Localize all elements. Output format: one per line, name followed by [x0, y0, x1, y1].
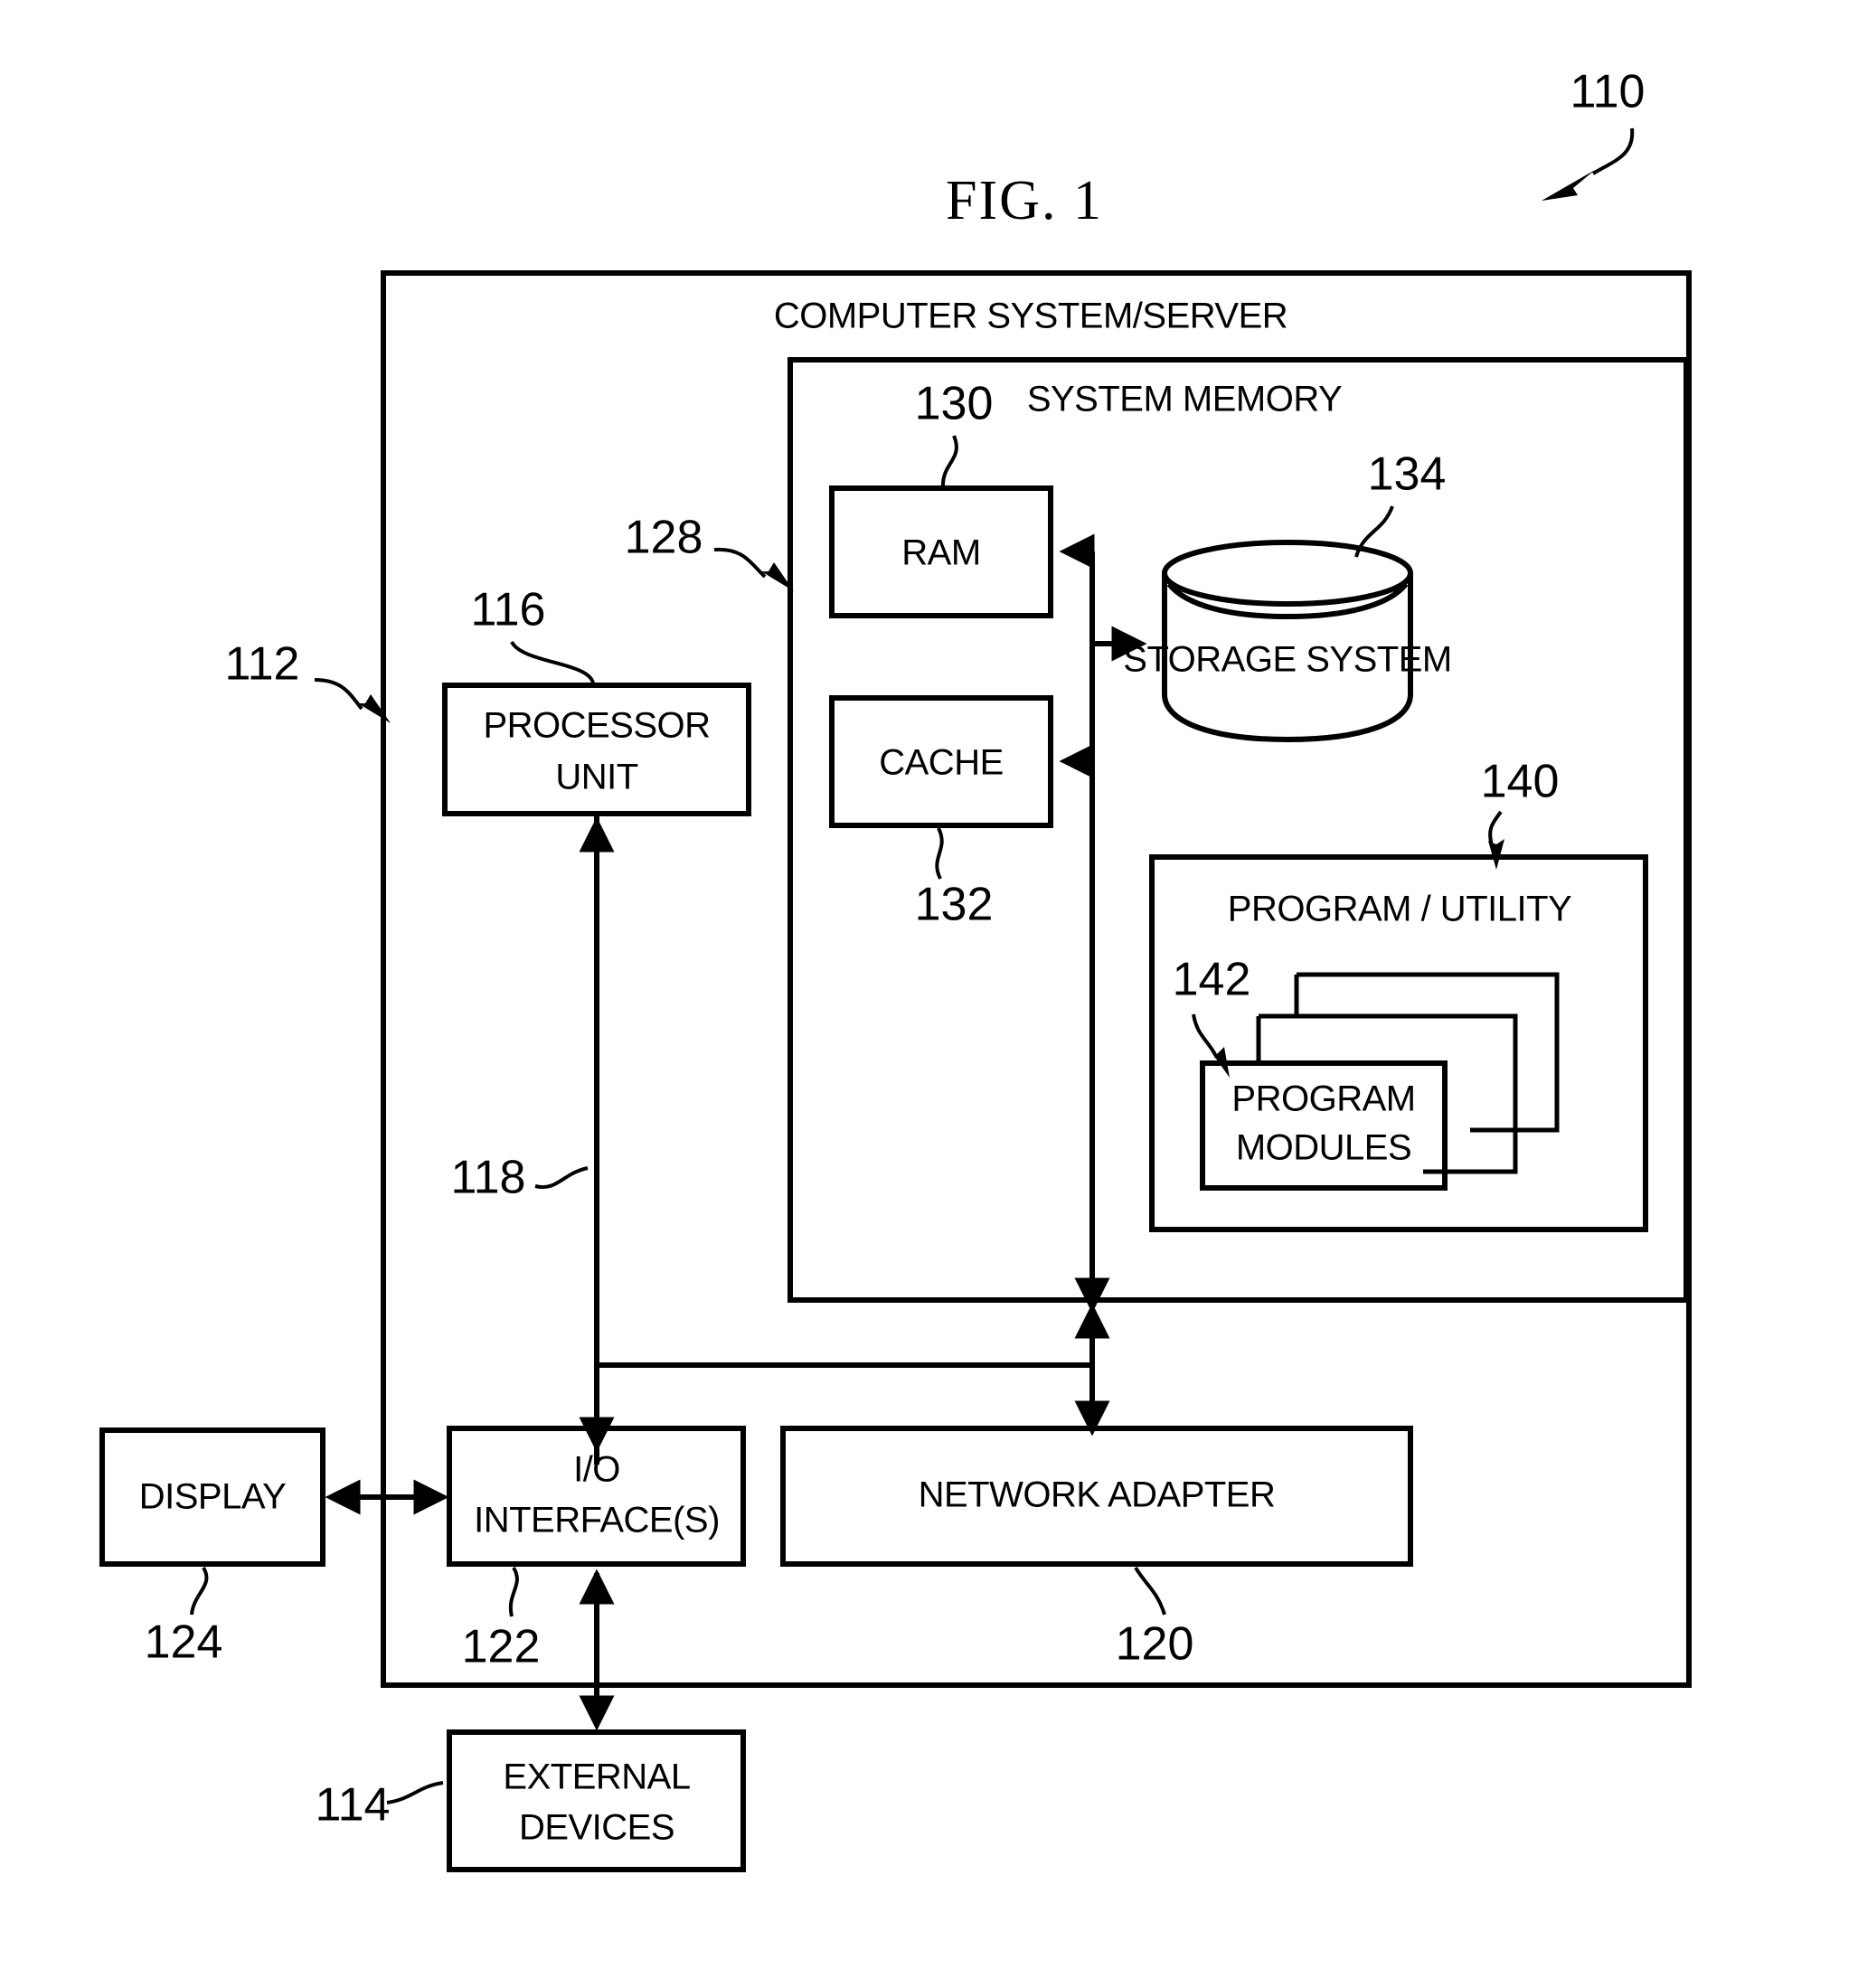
ref-132-leader	[935, 827, 944, 880]
ref-122-leader	[508, 1566, 519, 1617]
ref-112: 112	[225, 638, 300, 691]
ref-128: 128	[625, 512, 703, 564]
io-interface-label-line2: INTERFACE(S)	[474, 1501, 720, 1540]
processor-unit-label-line1: PROCESSOR	[483, 706, 710, 746]
ref-120: 120	[1116, 1618, 1194, 1671]
ref-130-leader	[940, 435, 958, 487]
ref-110-arrowhead	[1542, 170, 1595, 201]
ref-124: 124	[145, 1616, 223, 1669]
program-modules-label-line2: MODULES	[1236, 1128, 1411, 1168]
program-utility-label: PROGRAM / UTILITY	[1228, 890, 1571, 929]
io-interface-label-line1: I/O	[573, 1450, 620, 1490]
display-label: DISPLAY	[139, 1477, 287, 1517]
ref-124-leader	[190, 1566, 209, 1616]
processor-unit-label-line2: UNIT	[555, 758, 637, 797]
ref-142: 142	[1173, 954, 1251, 1006]
ref-132: 132	[915, 879, 994, 931]
ref-118: 118	[451, 1152, 526, 1204]
ref-118-leader	[534, 1166, 589, 1190]
ram-label: RAM	[901, 533, 980, 573]
figure-title: FIG. 1	[946, 170, 1103, 231]
storage-cylinder-rim	[1166, 582, 1409, 620]
ref-134: 134	[1368, 448, 1447, 501]
cache-label: CACHE	[879, 743, 1004, 783]
system-memory-label: SYSTEM MEMORY	[1027, 380, 1342, 419]
ref-122: 122	[462, 1621, 541, 1673]
ref-112-leader	[314, 678, 363, 711]
ref-140-leader	[1488, 810, 1503, 847]
ref-130: 130	[915, 378, 994, 430]
external-devices-box	[447, 1729, 746, 1872]
storage-system-label: STORAGE SYSTEM	[1123, 640, 1451, 680]
ref-140: 140	[1481, 756, 1560, 808]
network-adapter-label: NETWORK ADAPTER	[919, 1475, 1276, 1515]
ref-142-leader	[1192, 1013, 1219, 1059]
external-devices-label-line1: EXTERNAL	[503, 1757, 690, 1797]
storage-cylinder-top	[1162, 540, 1413, 607]
ref-114-leader	[386, 1781, 444, 1804]
program-modules-label-line1: PROGRAM	[1231, 1079, 1415, 1119]
ref-110-leader	[1591, 127, 1635, 175]
ref-114: 114	[316, 1779, 391, 1832]
computer-system-server-label: COMPUTER SYSTEM/SERVER	[774, 297, 1287, 336]
ref-116: 116	[471, 584, 546, 636]
patent-figure-1: FIG. 1 110 COMPUTER SYSTEM/SERVER 112 SY…	[0, 0, 1858, 1988]
ref-120-leader	[1134, 1566, 1166, 1616]
figure-canvas: FIG. 1 110 COMPUTER SYSTEM/SERVER 112 SY…	[99, 66, 1692, 1872]
external-devices-label-line2: DEVICES	[519, 1808, 674, 1848]
ref-128-leader	[713, 547, 767, 579]
ref-116-leader	[510, 640, 595, 684]
ref-110-overall: 110	[1570, 66, 1646, 118]
